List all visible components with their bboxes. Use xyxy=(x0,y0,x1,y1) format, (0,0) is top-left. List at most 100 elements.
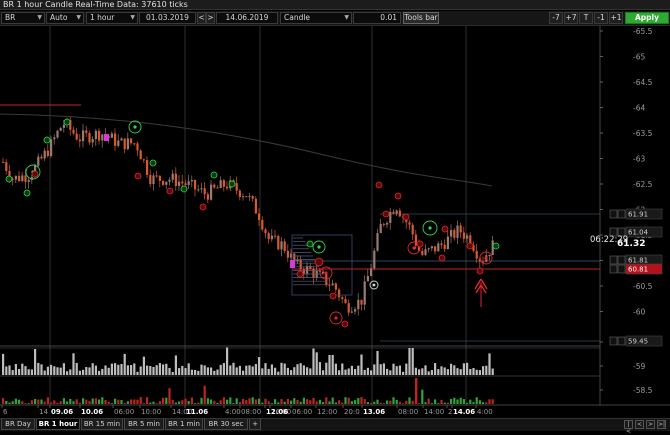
today-button[interactable]: T xyxy=(579,12,593,24)
volume-bar xyxy=(178,368,181,375)
candle-bear xyxy=(40,156,43,159)
delta-bar-negative xyxy=(312,397,315,404)
tab-br-1-min[interactable]: BR 1 min xyxy=(165,419,203,430)
tab-add[interactable]: + xyxy=(249,419,261,430)
delta-bar-positive xyxy=(91,398,94,404)
candle-bull xyxy=(120,138,123,141)
time-hour-label: 08:00 xyxy=(241,408,261,416)
delta-bar-positive xyxy=(40,399,43,404)
time-hour-label: 2 xyxy=(448,408,452,416)
delta-bar-negative xyxy=(267,401,270,404)
scale-mode-select[interactable]: Auto ▼ xyxy=(46,12,84,24)
candle-bull xyxy=(56,130,59,138)
volume-bar xyxy=(187,363,190,375)
tab-br-15-min[interactable]: BR 15 min xyxy=(81,419,123,430)
next-range-button[interactable]: > xyxy=(206,12,215,24)
period-select[interactable]: 1 hour ▼ xyxy=(86,12,138,24)
prev-range-button[interactable]: < xyxy=(197,12,206,24)
delta-bar-positive xyxy=(475,397,478,404)
price-tick-label: -65 xyxy=(633,53,645,62)
level-price-label: 61.91 xyxy=(628,211,648,219)
delta-bar-negative xyxy=(411,400,414,404)
level-close-icon xyxy=(617,336,626,346)
price-tick-label: -59 xyxy=(633,362,645,371)
tab-br-5-min[interactable]: BR 5 min xyxy=(124,419,164,430)
scroll-first-icon[interactable]: |< xyxy=(624,420,633,435)
symbol-select[interactable]: BR ▼ xyxy=(1,12,45,24)
volume-bar xyxy=(82,369,85,375)
delta-bar-positive xyxy=(187,401,190,404)
volume-bar xyxy=(85,366,88,375)
volume-bar xyxy=(206,367,209,375)
candle-bear xyxy=(338,289,341,298)
delta-bar-positive xyxy=(178,401,181,404)
red-signal-dot xyxy=(324,271,328,275)
scroll-left-icon[interactable]: < xyxy=(635,420,644,429)
candle-bear xyxy=(258,213,261,220)
delta-bar-positive xyxy=(357,398,360,404)
volume-bar xyxy=(139,366,142,375)
candle-bear xyxy=(398,210,401,217)
candle-bear xyxy=(277,235,280,250)
volume-bar xyxy=(5,366,8,375)
red-signal-dot xyxy=(466,242,474,250)
delta-bar-negative xyxy=(309,400,312,404)
volume-bar xyxy=(306,367,309,375)
candle-bull xyxy=(62,124,65,128)
delta-bar-negative xyxy=(248,398,251,404)
level-lock-icon xyxy=(609,255,618,265)
delta-bar-positive xyxy=(216,402,219,404)
green-signal-dot xyxy=(228,180,236,188)
delta-bar-positive xyxy=(194,403,197,404)
delta-bar-positive xyxy=(334,402,337,404)
candle-chart[interactable]: -65.5-65-64.5-64-63.5-63-62.5-62-61.5-61… xyxy=(0,26,670,418)
delta-bar-negative xyxy=(222,397,225,404)
tab-br-30-sec[interactable]: BR 30 sec xyxy=(204,419,248,430)
candle-bull xyxy=(466,235,469,239)
scroll-right-icon[interactable]: > xyxy=(646,420,655,429)
delta-bar-positive xyxy=(27,403,30,404)
delta-bar-positive xyxy=(478,400,481,404)
time-hour-label: 14:00 xyxy=(424,408,444,416)
volume-bar xyxy=(360,354,363,375)
green-signal-dot xyxy=(210,171,218,179)
shift-plus1-button[interactable]: +1 xyxy=(609,12,623,24)
delta-bar-positive xyxy=(101,397,104,404)
candle-bear xyxy=(235,183,238,191)
volume-bar xyxy=(270,364,273,375)
delta-bar-negative xyxy=(104,399,107,404)
delta-bar-positive xyxy=(18,399,21,404)
green-signal-dot xyxy=(306,240,314,248)
volume-bar xyxy=(373,364,376,375)
step-value-field[interactable]: 0.01 xyxy=(353,12,401,24)
shift-minus7-button[interactable]: -7 xyxy=(549,12,563,24)
volume-bar xyxy=(437,369,440,375)
delta-bar-negative xyxy=(197,402,200,404)
apply-button[interactable]: Apply xyxy=(625,12,669,24)
delta-bar-positive xyxy=(456,399,459,404)
tab-br-day[interactable]: BR Day xyxy=(1,419,35,430)
red-signal-dot xyxy=(476,267,484,275)
delta-bar-positive xyxy=(114,398,117,404)
time-hour-label: 06:00 xyxy=(292,408,312,416)
candle-bear xyxy=(133,143,136,145)
shift-plus7-button[interactable]: +7 xyxy=(564,12,578,24)
tab-br-1-hour[interactable]: BR 1 hour xyxy=(36,419,80,430)
volume-bar xyxy=(120,363,123,375)
chart-type-select[interactable]: Candle ▼ xyxy=(280,12,352,24)
delta-bar-negative xyxy=(123,402,126,404)
tools-bar-button[interactable]: Tools bar xyxy=(403,12,439,24)
date-to-field[interactable]: 14.06.2019 xyxy=(216,12,278,24)
shift-minus1-button[interactable]: -1 xyxy=(594,12,608,24)
volume-bar xyxy=(274,367,277,375)
scroll-last-icon[interactable]: >| xyxy=(657,420,666,429)
delta-bar-negative xyxy=(184,398,187,404)
candle-bear xyxy=(72,129,75,134)
volume-bar xyxy=(485,365,488,375)
volume-bar xyxy=(213,370,216,375)
volume-bar xyxy=(59,367,62,375)
price-tick-label: -60 xyxy=(633,308,645,317)
delta-bar-negative xyxy=(94,398,97,404)
date-from-field[interactable]: 01.03.2019 xyxy=(139,12,196,24)
delta-bar-negative xyxy=(50,402,53,404)
